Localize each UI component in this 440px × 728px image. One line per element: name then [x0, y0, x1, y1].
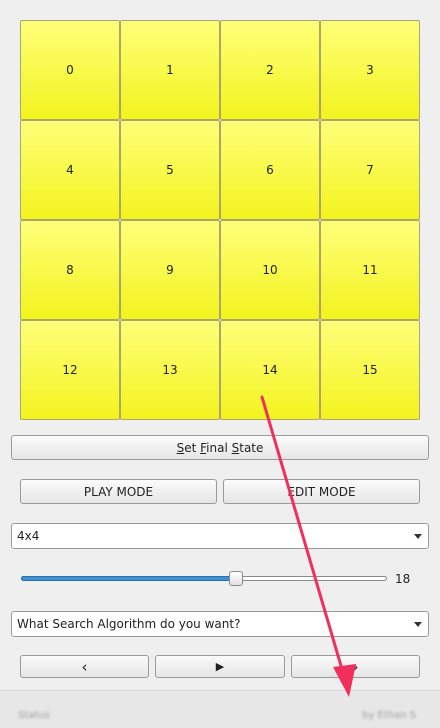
puzzle-tile[interactable]: 4 [20, 120, 120, 220]
next-step-button[interactable]: › [291, 655, 420, 678]
edit-mode-label: EDIT MODE [287, 484, 356, 499]
puzzle-tile[interactable]: 15 [320, 320, 420, 420]
speed-slider-handle[interactable] [228, 571, 243, 586]
puzzle-size-select[interactable]: 4x4 [11, 523, 429, 549]
puzzle-tile[interactable]: 6 [220, 120, 320, 220]
puzzle-tile[interactable]: 14 [220, 320, 320, 420]
play-icon: ▶ [215, 660, 225, 673]
puzzle-tile[interactable]: 12 [20, 320, 120, 420]
puzzle-tile[interactable]: 5 [120, 120, 220, 220]
puzzle-tile[interactable]: 8 [20, 220, 120, 320]
chevron-down-icon [414, 622, 422, 627]
status-text: Status [18, 710, 50, 721]
set-final-state-label: Set Final State [176, 440, 264, 455]
chevron-down-icon [414, 534, 422, 539]
puzzle-tile[interactable]: 10 [220, 220, 320, 320]
chevron-right-icon: › [352, 657, 359, 676]
puzzle-tile[interactable]: 3 [320, 20, 420, 120]
puzzle-size-value: 4x4 [17, 529, 40, 543]
puzzle-tile[interactable]: 9 [120, 220, 220, 320]
search-algorithm-select[interactable]: What Search Algorithm do you want? [11, 611, 429, 637]
search-algorithm-value: What Search Algorithm do you want? [17, 617, 241, 631]
chevron-left-icon: ‹ [81, 657, 88, 676]
puzzle-tile[interactable]: 11 [320, 220, 420, 320]
play-mode-label: PLAY MODE [83, 484, 154, 499]
status-credit: by Ethan S [361, 710, 416, 721]
speed-slider-fill [21, 576, 236, 581]
edit-mode-button[interactable]: EDIT MODE [223, 479, 420, 504]
play-button[interactable]: ▶ [155, 655, 285, 678]
puzzle-tile[interactable]: 1 [120, 20, 220, 120]
speed-slider-value: 18 [395, 572, 411, 586]
play-mode-button[interactable]: PLAY MODE [20, 479, 217, 504]
previous-step-button[interactable]: ‹ [20, 655, 149, 678]
status-bar: Status by Ethan S [0, 690, 440, 728]
puzzle-tile[interactable]: 13 [120, 320, 220, 420]
set-final-state-button[interactable]: Set Final State [11, 435, 429, 460]
puzzle-tile[interactable]: 2 [220, 20, 320, 120]
puzzle-grid: 0 1 2 3 4 5 6 7 8 9 10 11 12 13 14 15 [20, 20, 420, 420]
puzzle-tile[interactable]: 0 [20, 20, 120, 120]
puzzle-tile[interactable]: 7 [320, 120, 420, 220]
